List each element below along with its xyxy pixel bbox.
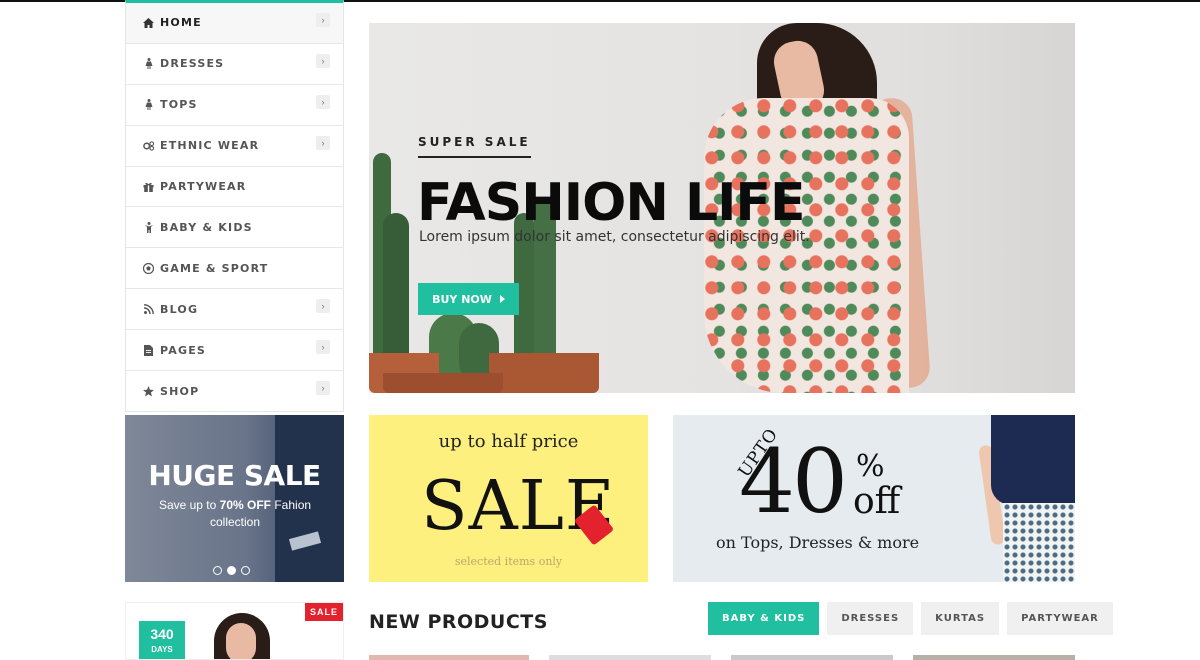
sidebar-item-label: PAGES: [160, 343, 207, 357]
home-icon: [143, 17, 154, 28]
section-title: NEW PRODUCTS: [369, 611, 548, 633]
sidebar-item-label: SHOP: [160, 384, 200, 398]
female-icon: [143, 58, 154, 70]
product-thumbnail[interactable]: [549, 655, 711, 660]
sidebar-item-home[interactable]: HOME ›: [126, 3, 343, 44]
percent-sign: %: [856, 449, 885, 484]
half-price-text: up to half price: [438, 431, 579, 452]
sidebar-item-pages[interactable]: PAGES ›: [126, 330, 343, 372]
chevron-right-icon[interactable]: ›: [316, 94, 330, 109]
days-number: 340: [150, 626, 174, 642]
sidebar-item-label: BABY & KIDS: [160, 220, 253, 234]
half-price-banner[interactable]: up to half price SALE selected items onl…: [369, 415, 648, 582]
sidebar-item-dresses[interactable]: DRESSES ›: [126, 44, 343, 85]
sidebar-item-shop[interactable]: SHOP ›: [126, 371, 343, 412]
file-icon: [143, 344, 154, 356]
chevron-right-icon[interactable]: ›: [316, 53, 330, 68]
sidebar-item-label: DRESSES: [160, 57, 225, 71]
star-icon: [143, 385, 154, 397]
hero-kicker: SUPER SALE: [418, 135, 531, 158]
gears-icon: [143, 140, 154, 151]
hero-title: FASHION LIFE: [417, 173, 805, 233]
sidebar-item-label: BLOG: [160, 302, 199, 316]
chevron-right-icon[interactable]: ›: [316, 299, 330, 314]
carousel-dot[interactable]: [241, 566, 250, 575]
model-face: [226, 623, 256, 659]
subtitle-highlight: 70% OFF: [219, 498, 272, 512]
hero-shadow: [909, 23, 1075, 393]
huge-sale-subtitle: Save up to 70% OFF Fahion collection: [147, 497, 323, 531]
tab-kurtas[interactable]: KURTAS: [921, 602, 1000, 635]
soccer-ball-icon: [143, 262, 154, 274]
hero-subtitle: Lorem ipsum dolor sit amet, consectetur …: [419, 229, 810, 245]
flower-pot: [489, 353, 599, 393]
tab-baby-kids[interactable]: BABY & KIDS: [708, 602, 820, 635]
selected-items-text: selected items only: [454, 555, 563, 568]
gift-icon: [143, 181, 154, 192]
tab-dresses[interactable]: DRESSES: [827, 602, 914, 635]
sidebar-item-label: TOPS: [160, 98, 198, 112]
model-shirt: [991, 415, 1075, 505]
subtitle-prefix: Save up to: [158, 498, 220, 512]
female-icon: [143, 99, 154, 111]
sidebar-item-ethnic-wear[interactable]: ETHNIC WEAR ›: [126, 126, 343, 167]
cactus-illustration: [383, 213, 409, 363]
product-tabs: BABY & KIDS DRESSES KURTAS PARTYWEAR: [708, 602, 1113, 635]
sidebar-item-baby-kids[interactable]: BABY & KIDS: [126, 207, 343, 249]
hero-banner[interactable]: SUPER SALE FASHION LIFE Lorem ipsum dolo…: [369, 23, 1075, 393]
arrow-right-icon: [499, 295, 505, 303]
chevron-right-icon[interactable]: ›: [316, 340, 330, 355]
sale-badge: SALE: [305, 603, 343, 621]
child-icon: [143, 221, 154, 233]
flower-pot: [383, 373, 503, 393]
model-dress: [704, 98, 909, 393]
categories-text: on Tops, Dresses & more: [716, 533, 920, 552]
discount-number: 40: [739, 430, 848, 533]
product-thumbnail[interactable]: [913, 655, 1075, 660]
product-thumbnail[interactable]: [731, 655, 893, 660]
sidebar-item-partywear[interactable]: PARTYWEAR: [126, 167, 343, 208]
rss-icon: [143, 304, 154, 315]
tab-partywear[interactable]: PARTYWEAR: [1007, 602, 1113, 635]
product-thumbnail[interactable]: [369, 655, 529, 660]
chevron-right-icon[interactable]: ›: [316, 13, 330, 27]
sidebar-item-label: HOME: [160, 16, 202, 30]
huge-sale-banner[interactable]: HUGE SALE Save up to 70% OFF Fahion coll…: [125, 415, 344, 582]
carousel-dots: [213, 566, 250, 575]
sidebar-item-game-sport[interactable]: GAME & SPORT: [126, 248, 343, 290]
sidebar-item-tops[interactable]: TOPS ›: [126, 85, 343, 126]
deal-product-card[interactable]: 340 DAYS SALE: [125, 602, 344, 660]
buy-now-button[interactable]: BUY NOW: [418, 283, 519, 315]
forty-off-banner[interactable]: UPTO 40 % off on Tops, Dresses & more: [673, 415, 1075, 582]
sidebar-item-blog[interactable]: BLOG ›: [126, 289, 343, 331]
carousel-dot[interactable]: [213, 566, 222, 575]
sidebar-item-label: PARTYWEAR: [160, 180, 247, 193]
buy-now-label: BUY NOW: [432, 292, 492, 306]
model-skirt: [1003, 503, 1075, 582]
days-label: DAYS: [151, 645, 173, 654]
off-text: off: [853, 481, 901, 522]
sidebar-item-label: GAME & SPORT: [160, 261, 269, 275]
countdown-days: 340 DAYS: [139, 621, 185, 659]
chevron-right-icon[interactable]: ›: [316, 381, 330, 396]
category-sidebar: HOME › DRESSES › TOPS › ETHNIC WEAR › PA…: [125, 0, 344, 412]
chevron-right-icon[interactable]: ›: [316, 135, 330, 150]
huge-sale-title: HUGE SALE: [148, 459, 321, 492]
sidebar-item-label: ETHNIC WEAR: [160, 139, 260, 153]
carousel-dot-active[interactable]: [227, 566, 236, 575]
